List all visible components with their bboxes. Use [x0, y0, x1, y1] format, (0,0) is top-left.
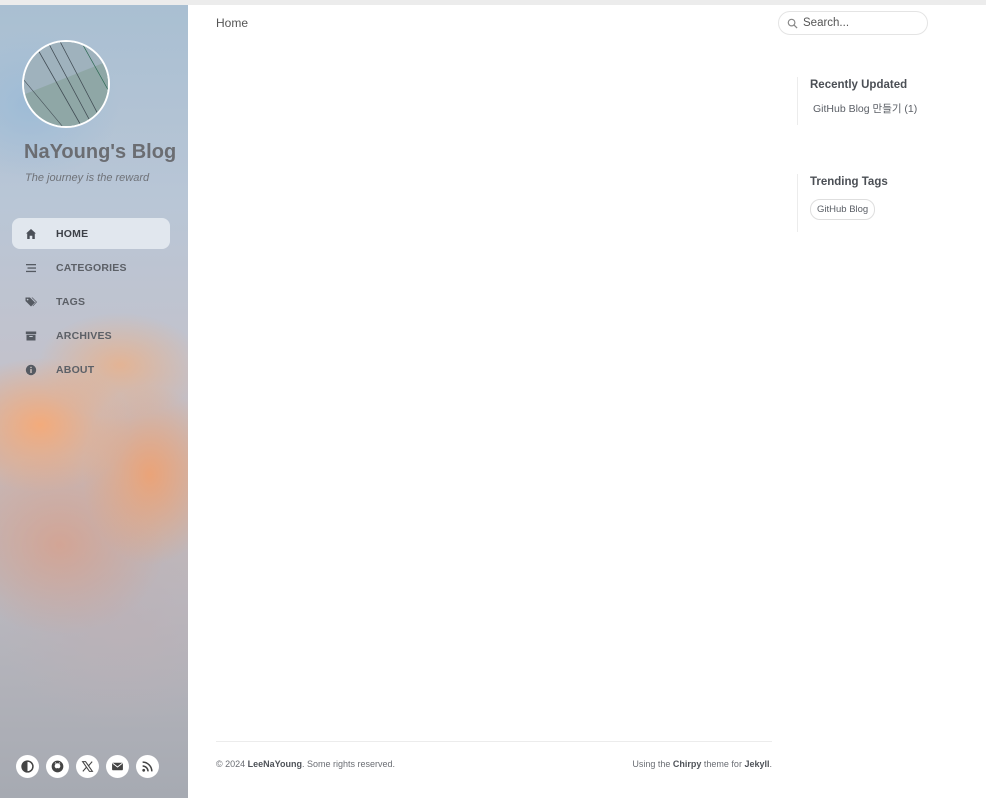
search-box[interactable] — [778, 11, 928, 35]
jekyll-link[interactable]: Jekyll — [744, 759, 769, 769]
sidebar-nav: HOME CATEGORIES TAGS ARCHIVES ABOUT — [12, 218, 170, 388]
search-icon — [787, 18, 798, 29]
recently-updated-panel: Recently Updated GitHub Blog 만들기 (1) — [797, 77, 917, 125]
email-icon — [112, 762, 123, 771]
sidebar-item-label: HOME — [56, 227, 89, 240]
breadcrumb: Home — [216, 16, 249, 30]
rss-link[interactable] — [136, 755, 159, 778]
avatar-image — [24, 42, 108, 126]
x-twitter-icon — [81, 761, 94, 772]
sidebar-item-archives[interactable]: ARCHIVES — [12, 320, 170, 351]
sidebar-item-label: CATEGORIES — [56, 261, 127, 274]
site-subtitle: The journey is the reward — [25, 172, 150, 184]
tag-chip[interactable]: GitHub Blog — [810, 199, 876, 220]
trending-tags-heading: Trending Tags — [810, 176, 888, 188]
period-text: . — [769, 759, 772, 769]
github-icon — [51, 760, 64, 773]
sidebar-item-tags[interactable]: TAGS — [12, 286, 170, 317]
site-title[interactable]: NaYoung's Blog — [24, 141, 176, 164]
sidebar-item-label: ABOUT — [56, 363, 95, 376]
sidebar-item-home[interactable]: HOME — [12, 218, 170, 249]
info-circle-icon — [24, 363, 38, 377]
recent-post-link[interactable]: GitHub Blog 만들기 (1) — [810, 101, 917, 116]
using-text: Using the — [632, 759, 673, 769]
footer-theme-credit: Using the Chirpy theme for Jekyll. — [632, 759, 772, 769]
sidebar-item-about[interactable]: ABOUT — [12, 354, 170, 385]
footer-copyright: © 2024 LeeNaYoung. Some rights reserved. — [216, 759, 395, 769]
sidebar-item-categories[interactable]: CATEGORIES — [12, 252, 170, 283]
author-link[interactable]: LeeNaYoung — [248, 759, 302, 769]
footer-divider — [216, 741, 772, 742]
theme-for-text: theme for — [701, 759, 745, 769]
rights-text: . Some rights reserved. — [302, 759, 396, 769]
trending-tags-panel: Trending Tags GitHub Blog — [797, 174, 888, 232]
sidebar-item-label: TAGS — [56, 295, 86, 308]
avatar[interactable] — [22, 40, 110, 128]
sidebar-bottom-links — [16, 755, 166, 778]
search-input[interactable] — [803, 17, 913, 29]
home-icon — [24, 227, 38, 241]
archive-icon — [24, 329, 38, 343]
theme-link[interactable]: Chirpy — [673, 759, 702, 769]
mode-toggle-button[interactable] — [16, 755, 39, 778]
copyright-prefix: © 2024 — [216, 759, 248, 769]
mode-toggle-icon — [21, 760, 34, 773]
recently-updated-heading: Recently Updated — [810, 79, 908, 91]
email-link[interactable] — [106, 755, 129, 778]
x-twitter-link[interactable] — [76, 755, 99, 778]
sidebar-item-label: ARCHIVES — [56, 329, 112, 342]
stream-icon — [24, 261, 38, 275]
rss-icon — [142, 761, 153, 772]
github-link[interactable] — [46, 755, 69, 778]
tags-icon — [24, 295, 38, 309]
sidebar: NaYoung's Blog The journey is the reward… — [0, 5, 188, 798]
